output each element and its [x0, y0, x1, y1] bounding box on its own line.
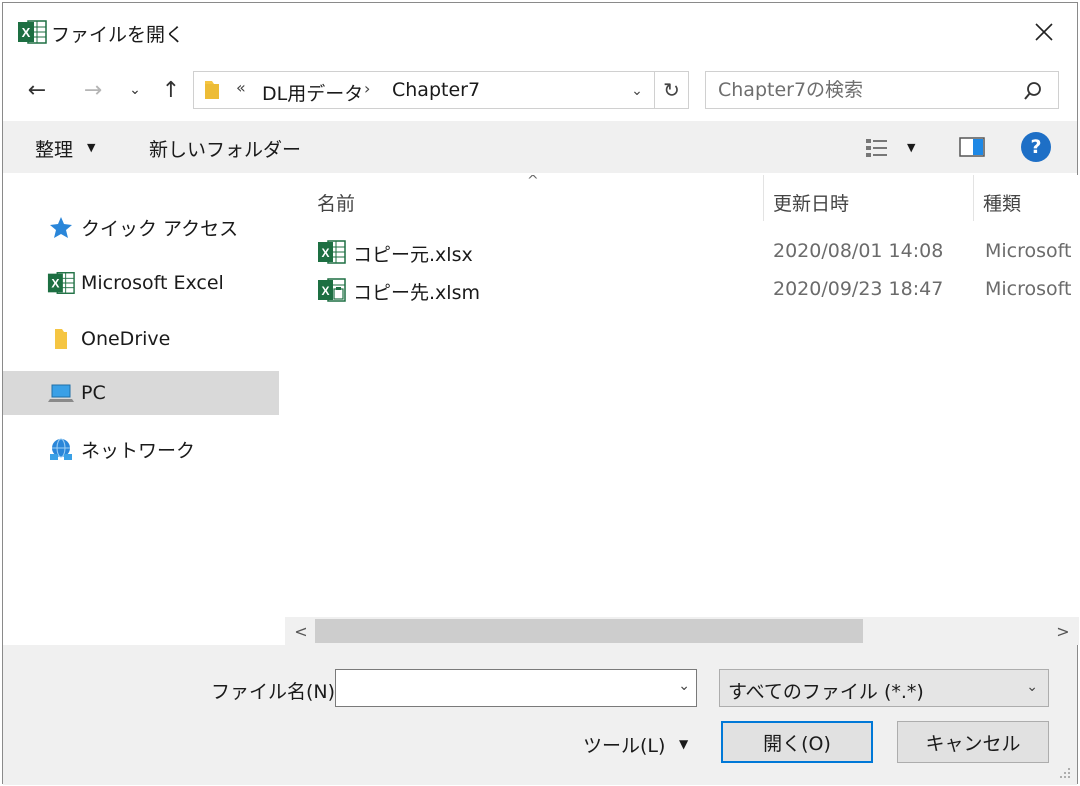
close-icon[interactable]	[1029, 17, 1059, 47]
column-header-type[interactable]: 種類	[983, 189, 1021, 216]
svg-text:X: X	[321, 284, 329, 298]
scroll-left-icon[interactable]: <	[289, 619, 313, 643]
new-folder-button[interactable]: 新しいフォルダー	[149, 135, 301, 162]
tools-button[interactable]: ツール(L)	[583, 731, 665, 758]
file-date-modified: 2020/09/23 18:47	[773, 278, 944, 300]
file-name: コピー先.xlsm	[353, 282, 480, 304]
file-type: Microsoft	[985, 240, 1072, 262]
navigation-pane: クイック アクセス X Microsoft Excel OneDrive PC …	[3, 175, 283, 645]
refresh-icon[interactable]: ↻	[654, 72, 688, 108]
pc-icon	[48, 384, 74, 402]
xlsm-file-icon: X	[318, 278, 346, 302]
organize-button[interactable]: 整理	[35, 135, 73, 162]
tools-dropdown-arrow-icon[interactable]: ▼	[679, 737, 688, 751]
file-row[interactable]: X コピー先.xlsm 2020/09/23 18:47 Microsoft	[313, 273, 1079, 307]
sidebar-item-onedrive[interactable]: OneDrive	[3, 317, 279, 361]
svg-text:X: X	[321, 246, 329, 260]
dialog-footer: ファイル名(N): ⌄ すべてのファイル (*.*) ⌄ ツール(L) ▼ 開く…	[3, 645, 1077, 785]
title-bar: X ファイルを開く	[3, 3, 1077, 61]
sidebar-item-label: Microsoft Excel	[81, 272, 224, 294]
svg-text:X: X	[22, 25, 31, 40]
address-separator[interactable]: ›	[364, 79, 370, 98]
filetype-select[interactable]: すべてのファイル (*.*) ⌄	[719, 669, 1049, 707]
back-arrow-icon[interactable]: ←	[23, 75, 51, 105]
address-bar[interactable]: « DL用データ › Chapter7 ⌄ ↻	[193, 71, 689, 109]
onedrive-folder-icon	[55, 329, 67, 349]
scroll-right-icon[interactable]: >	[1051, 619, 1075, 643]
sidebar-item-pc[interactable]: PC	[3, 371, 279, 415]
forward-arrow-icon[interactable]: →	[79, 75, 107, 105]
open-button[interactable]: 開く(O)	[721, 721, 873, 763]
address-dropdown-chevron-icon[interactable]: ⌄	[624, 80, 650, 102]
sidebar-item-label: ネットワーク	[81, 439, 196, 462]
open-file-dialog: X ファイルを開く ← → ⌄ ↑ « DL用データ › Chapter7 ⌄ …	[2, 2, 1079, 785]
search-icon[interactable]	[1022, 80, 1044, 102]
sort-ascending-icon: ^	[527, 175, 539, 189]
command-toolbar: 整理 ▼ 新しいフォルダー ▼ ?	[3, 121, 1077, 173]
view-dropdown-arrow-icon[interactable]: ▼	[907, 141, 915, 154]
sidebar-item-microsoft-excel[interactable]: X Microsoft Excel	[3, 261, 279, 305]
sidebar-item-label: PC	[81, 382, 106, 404]
address-segment-dl-data[interactable]: DL用データ	[262, 79, 363, 106]
preview-pane-icon[interactable]	[959, 137, 985, 157]
up-arrow-icon[interactable]: ↑	[157, 75, 185, 105]
view-options-icon[interactable]	[865, 137, 889, 159]
address-segment-chapter7[interactable]: Chapter7	[392, 79, 480, 101]
file-date-modified: 2020/08/01 14:08	[773, 240, 944, 262]
cancel-button[interactable]: キャンセル	[897, 721, 1049, 763]
filename-dropdown-chevron-icon[interactable]: ⌄	[678, 678, 690, 694]
file-row[interactable]: X コピー元.xlsx 2020/08/01 14:08 Microsoft	[313, 235, 1079, 269]
horizontal-scrollbar[interactable]: < >	[285, 617, 1079, 645]
xlsx-file-icon: X	[318, 240, 346, 264]
search-box[interactable]	[705, 71, 1059, 109]
resize-grip-icon[interactable]	[1057, 765, 1071, 779]
column-divider[interactable]	[973, 175, 974, 221]
file-name: コピー元.xlsx	[353, 244, 473, 266]
filetype-selected-value: すべてのファイル (*.*)	[728, 681, 924, 703]
address-row: ← → ⌄ ↑ « DL用データ › Chapter7 ⌄ ↻	[3, 65, 1077, 115]
column-header-name[interactable]: 名前	[317, 189, 355, 216]
filename-input[interactable]	[342, 676, 662, 700]
network-icon	[50, 438, 72, 460]
organize-dropdown-arrow-icon[interactable]: ▼	[87, 141, 95, 154]
sidebar-item-quick-access[interactable]: クイック アクセス	[3, 205, 279, 249]
column-divider[interactable]	[763, 175, 764, 221]
scrollbar-thumb[interactable]	[315, 619, 863, 643]
file-type: Microsoft	[985, 278, 1072, 300]
search-input[interactable]	[718, 78, 1008, 102]
sidebar-item-label: クイック アクセス	[81, 217, 239, 240]
recent-locations-chevron-icon[interactable]: ⌄	[121, 75, 149, 105]
dialog-title: ファイルを開く	[51, 24, 185, 46]
address-overflow[interactable]: «	[236, 78, 246, 97]
quick-access-star-icon	[50, 217, 72, 238]
file-list: ^ 名前 更新日時 種類 X コピー元.xlsx 2020/08/01 14:0…	[285, 175, 1079, 617]
svg-text:X: X	[51, 277, 59, 291]
excel-icon: X	[47, 272, 75, 294]
sidebar-item-network[interactable]: ネットワーク	[3, 427, 279, 471]
help-icon[interactable]: ?	[1021, 132, 1051, 162]
excel-icon: X	[18, 20, 47, 44]
sidebar-item-label: OneDrive	[81, 328, 171, 350]
filename-combobox[interactable]: ⌄	[335, 669, 697, 707]
folder-icon	[205, 81, 219, 99]
filetype-dropdown-chevron-icon[interactable]: ⌄	[1026, 679, 1038, 695]
filename-label: ファイル名(N):	[211, 681, 342, 703]
column-header-date-modified[interactable]: 更新日時	[773, 189, 849, 216]
